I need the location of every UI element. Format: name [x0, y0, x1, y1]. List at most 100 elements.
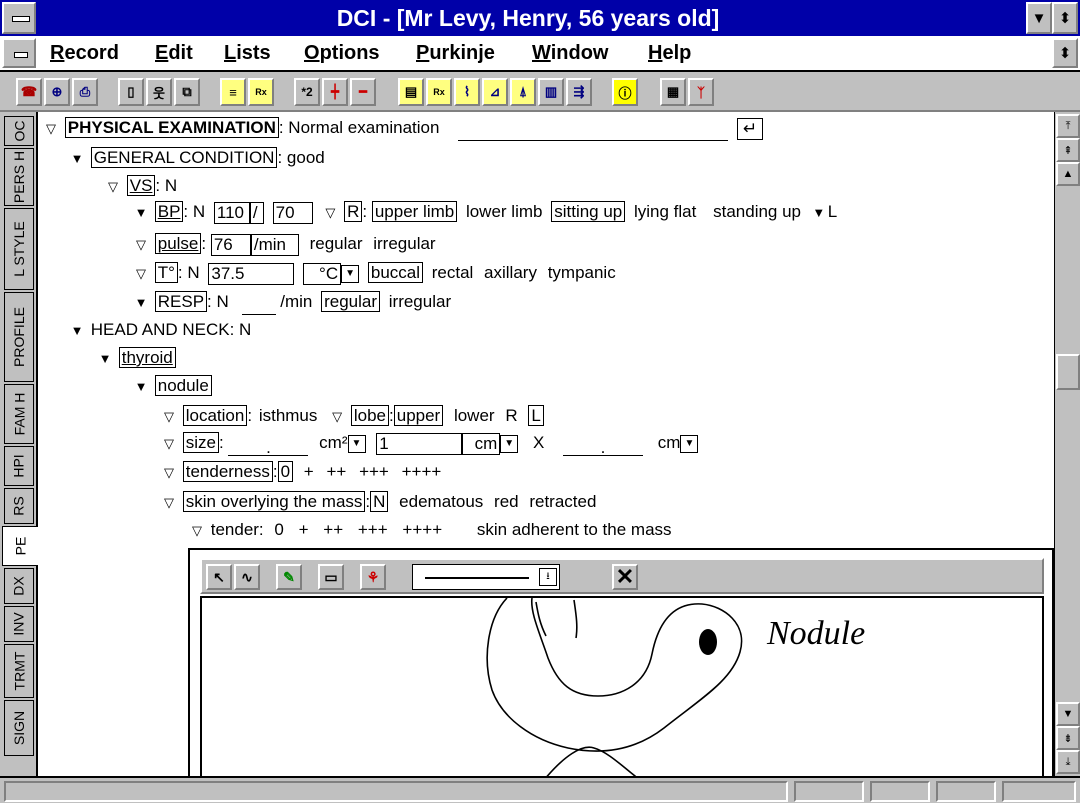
scroll-thumb[interactable] [1056, 354, 1080, 390]
info-icon[interactable]: ⓘ [612, 78, 638, 106]
isthmus-option[interactable]: isthmus [259, 406, 318, 425]
stethoscope-icon[interactable]: ⊕ [44, 78, 70, 106]
expand-filled-icon[interactable]: ▼ [96, 347, 114, 371]
nodule-label[interactable]: nodule [154, 375, 212, 396]
bp-label[interactable]: BP [154, 201, 184, 222]
enter-button[interactable]: ↵ [736, 117, 763, 140]
location-label[interactable]: location [182, 405, 248, 426]
freehand-icon[interactable]: ∿ [234, 564, 260, 590]
tender-3-option[interactable]: +++ [358, 520, 388, 539]
size-area-field[interactable]: . [228, 436, 309, 457]
scroll-bottom-icon[interactable]: ⤓ [1056, 750, 1080, 774]
vertical-scrollbar[interactable]: ⤒ ⇞ ▲ ▼ ⇟ ⤓ [1054, 112, 1080, 776]
plus-chart-icon[interactable]: ┿ [322, 78, 348, 106]
tender-4-option[interactable]: ++++ [402, 520, 442, 539]
resp-field[interactable] [241, 297, 276, 315]
pointer-icon[interactable]: ↖ [206, 564, 232, 590]
lab-icon[interactable]: ⍋ [510, 78, 536, 106]
minus-chart-icon[interactable]: ━ [350, 78, 376, 106]
multiply-2-icon[interactable]: *2 [294, 78, 320, 106]
phone-icon[interactable]: ☎ [16, 78, 42, 106]
vs-label[interactable]: VS [126, 175, 156, 196]
new-document-icon[interactable]: ▯ [118, 78, 144, 106]
line-style-select[interactable]: ⭳ [412, 564, 560, 590]
tab-rs[interactable]: RS [4, 488, 34, 524]
pulse-field[interactable]: 76 [210, 233, 251, 256]
tab-l-style[interactable]: L STYLE [4, 208, 34, 290]
dropdown-arrow-icon[interactable]: ▼ [347, 434, 366, 453]
dropdown-arrow-icon[interactable]: ▼ [500, 434, 519, 453]
collapse-open-icon[interactable]: ▽ [132, 262, 150, 286]
temp-field[interactable]: 37.5 [208, 262, 295, 285]
tab-profile[interactable]: PROFILE [4, 292, 34, 382]
tenderness-3-option[interactable]: +++ [359, 462, 389, 481]
tab-inv[interactable]: INV [4, 606, 34, 642]
minimize-button[interactable]: ▼ [1026, 2, 1052, 34]
stamp-icon[interactable]: ⚘ [360, 564, 386, 590]
scroll-top-icon[interactable]: ⤒ [1056, 114, 1080, 138]
sitting-up-option[interactable]: sitting up [551, 201, 626, 222]
doc-restore-button[interactable]: ⬍ [1052, 38, 1078, 68]
collapse-open-icon[interactable]: ▽ [160, 405, 178, 429]
lower-limb-option[interactable]: lower limb [466, 202, 543, 221]
collapse-open-icon[interactable]: ▽ [160, 461, 178, 485]
export-icon[interactable]: ⇶ [566, 78, 592, 106]
add-page-icon[interactable]: ⧉ [174, 78, 200, 106]
tender-0-option[interactable]: 0 [274, 520, 283, 539]
tab-dx[interactable]: DX [4, 568, 34, 604]
expand-filled-icon[interactable]: ▼ [132, 375, 150, 399]
general-label[interactable]: GENERAL CONDITION [90, 147, 278, 168]
pen-icon[interactable]: ✎ [276, 564, 302, 590]
tab-trmt[interactable]: TRMT [4, 644, 34, 698]
scroll-down-icon[interactable]: ▼ [1056, 702, 1080, 726]
red-option[interactable]: red [494, 492, 519, 511]
skin-adherent-option[interactable]: skin adherent to the mass [477, 520, 672, 539]
tree-icon[interactable]: ᛉ [688, 78, 714, 106]
expand-filled-icon[interactable]: ▼ [132, 201, 150, 225]
close-icon[interactable]: ✕ [612, 564, 638, 590]
collapse-open-icon[interactable]: ▽ [42, 117, 60, 141]
expand-filled-icon[interactable]: ▼ [132, 291, 150, 315]
calendar-icon[interactable]: ▦ [660, 78, 686, 106]
label-icon[interactable]: ≡ [220, 78, 246, 106]
menu-lists[interactable]: Lists [224, 36, 271, 70]
tender-2-option[interactable]: ++ [323, 520, 343, 539]
menu-options[interactable]: Options [304, 36, 380, 70]
pe-label[interactable]: PHYSICAL EXAMINATION [64, 117, 279, 138]
patient-icon[interactable]: 웃 [146, 78, 172, 106]
collapse-open-icon[interactable]: ▽ [160, 432, 178, 456]
size-label[interactable]: size [182, 432, 219, 453]
expand-filled-icon[interactable]: ▼ [68, 147, 86, 171]
menu-help[interactable]: Help [648, 36, 691, 70]
resp-label[interactable]: RESP [154, 291, 208, 312]
printer-icon[interactable]: ⎙ [72, 78, 98, 106]
tab-hpi[interactable]: HPI [4, 446, 34, 486]
pe-input[interactable] [458, 140, 729, 141]
lower-option[interactable]: lower [454, 406, 495, 425]
dropdown-arrow-icon[interactable]: ⭳ [539, 568, 557, 586]
graph-icon[interactable]: ⌇ [454, 78, 480, 106]
dropdown-arrow-icon[interactable]: ▼ [680, 434, 699, 453]
dropdown-arrow-icon[interactable]: ▼ [341, 264, 360, 283]
bp-r-option[interactable]: R [344, 201, 363, 222]
pulse-label[interactable]: pulse [154, 233, 202, 254]
scroll-page-up-icon[interactable]: ⇞ [1056, 138, 1080, 162]
rectangle-icon[interactable]: ▭ [318, 564, 344, 590]
temp-label[interactable]: T° [154, 262, 178, 283]
location-l-option[interactable]: L [528, 405, 544, 426]
location-r-option[interactable]: R [505, 406, 517, 425]
chart-icon[interactable]: ⊿ [482, 78, 508, 106]
tympanic-option[interactable]: tympanic [548, 263, 616, 282]
bp-systolic-field[interactable]: 110 [213, 201, 250, 224]
document-menu-button[interactable] [2, 38, 36, 68]
rx-icon[interactable]: Rx [426, 78, 452, 106]
tenderness-label[interactable]: tenderness [182, 461, 273, 482]
retracted-option[interactable]: retracted [529, 492, 596, 511]
rectal-option[interactable]: rectal [432, 263, 474, 282]
lying-flat-option[interactable]: lying flat [634, 202, 696, 221]
thyroid-label[interactable]: thyroid [118, 347, 176, 368]
menu-edit[interactable]: Edit [155, 36, 193, 70]
rx-label-icon[interactable]: Rx [248, 78, 274, 106]
building-icon[interactable]: ▥ [538, 78, 564, 106]
expand-filled-icon[interactable]: ▼ [810, 201, 828, 225]
